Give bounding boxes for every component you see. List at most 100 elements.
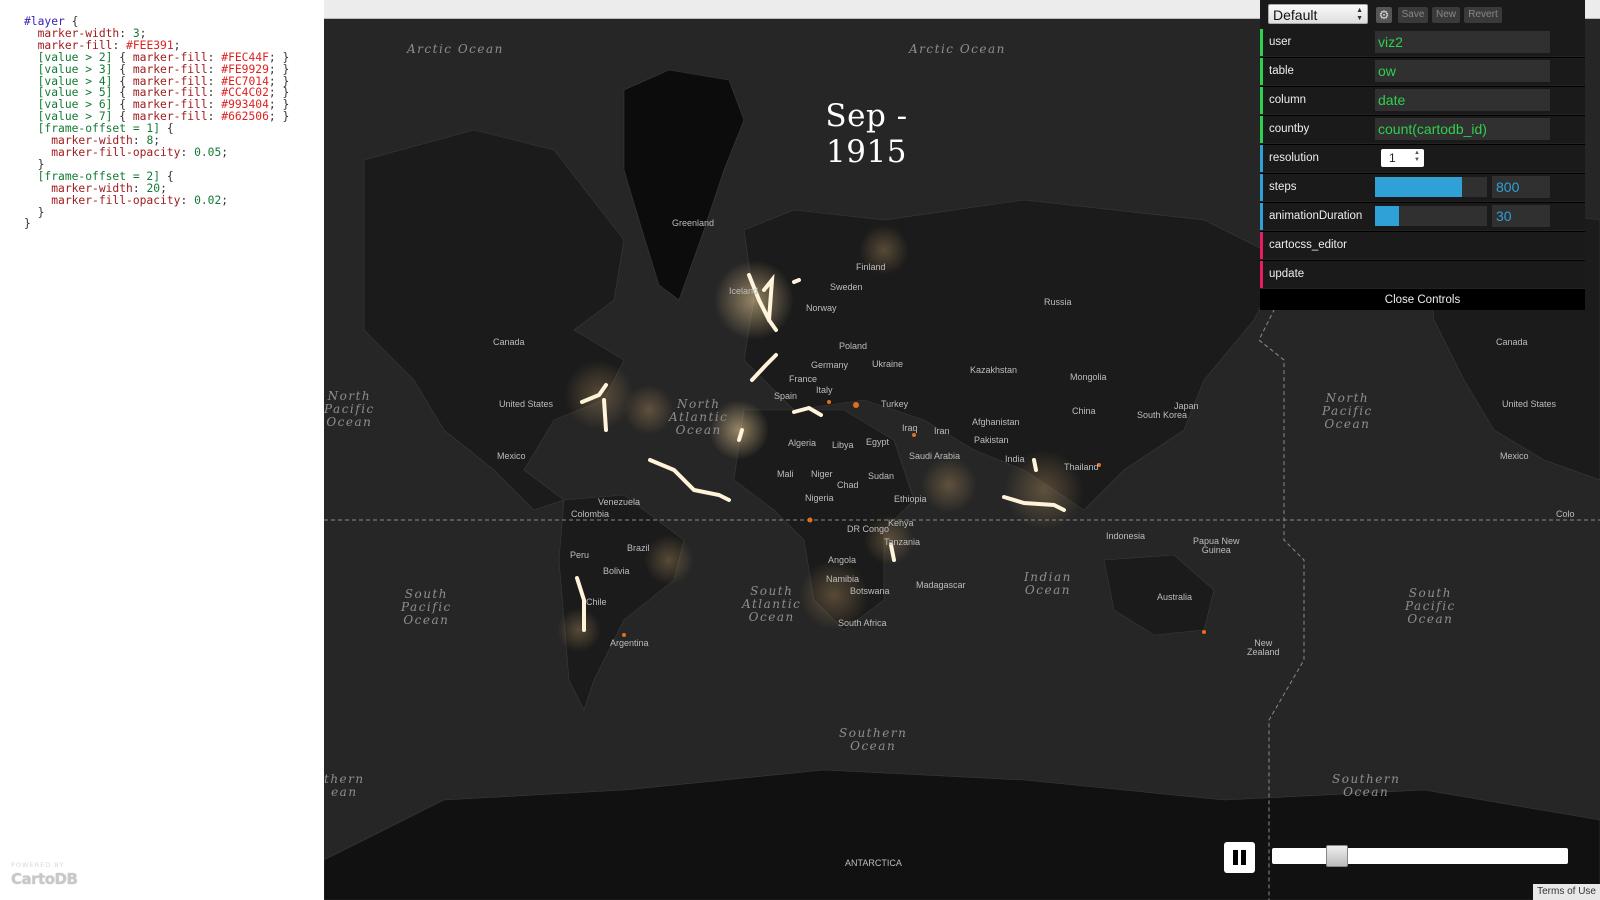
place-label: Peru (570, 550, 590, 560)
steps-slider[interactable] (1375, 177, 1487, 197)
animationDuration-slider[interactable] (1375, 206, 1487, 226)
control-label: countby (1269, 123, 1310, 135)
place-label: Venezuela (598, 497, 641, 507)
ocean-label: North Pacific Ocean (1322, 391, 1373, 431)
user-input[interactable]: viz2 (1375, 31, 1550, 53)
countby-input[interactable]: count(cartodb_id) (1375, 118, 1550, 140)
control-row-resolution: resolution 1 ▲ ▼ (1260, 145, 1585, 173)
control-row-animationDuration: animationDuration 30 (1260, 203, 1585, 231)
preset-select[interactable]: Default ▲ ▼ (1268, 4, 1368, 24)
cartocss-code[interactable]: #layer { marker-width: 3; marker-fill: #… (0, 0, 324, 230)
place-label: Iceland (729, 286, 759, 296)
logo-powered-by: POWERED BY (11, 861, 65, 869)
logo-name: CartoDB (11, 870, 78, 888)
resolution-stepper[interactable]: 1 ▲ ▼ (1381, 149, 1424, 167)
steps-input[interactable]: 800 (1492, 176, 1550, 198)
place-label: Chile (586, 597, 607, 607)
column-input[interactable]: date (1375, 89, 1550, 111)
ocean-label: Southern Ocean (1332, 772, 1401, 799)
place-label: Argentina (610, 638, 649, 648)
place-label: Tanzania (884, 537, 921, 547)
select-arrows-icon: ▲ ▼ (1356, 7, 1363, 22)
control-row-update[interactable]: update (1260, 261, 1585, 289)
gear-icon[interactable]: ⚙ (1376, 7, 1392, 23)
control-row-countby: countby count(cartodb_id) (1260, 116, 1585, 144)
place-label: Poland (839, 341, 868, 351)
place-label: Botswana (850, 586, 890, 596)
timeline-handle[interactable] (1326, 845, 1349, 867)
ocean-label: North Atlantic Ocean (669, 397, 729, 437)
row-accent (1260, 232, 1263, 259)
place-label: Mongolia (1070, 372, 1107, 382)
place-label: Egypt (866, 437, 890, 447)
place-label: Niger (811, 469, 833, 479)
row-accent (1260, 174, 1263, 201)
time-label: Sep - 1915 (825, 98, 908, 170)
revert-button[interactable]: Revert (1464, 7, 1502, 23)
pause-button[interactable] (1224, 842, 1255, 873)
row-accent (1260, 261, 1263, 288)
panel-rows: user viz2 table ow column date countby count(ca… (1260, 29, 1585, 289)
place-label: Norway (806, 303, 837, 313)
place-label: Angola (828, 555, 857, 565)
place-label: Bolivia (603, 566, 630, 576)
new-button[interactable]: New (1432, 7, 1460, 23)
terms-of-use-link[interactable]: Terms of Use (1533, 884, 1600, 900)
place-label: Germany (811, 360, 849, 370)
ocean-label: South Pacific Ocean (1405, 586, 1456, 626)
control-row-user: user viz2 (1260, 29, 1585, 57)
control-row-cartocss_editor[interactable]: cartocss_editor (1260, 232, 1585, 260)
place-label: Mexico (497, 451, 526, 461)
timeline-slider[interactable] (1272, 845, 1568, 867)
ocean-label: Arctic Ocean (909, 42, 1006, 56)
place-label: Russia (1044, 297, 1072, 307)
save-button[interactable]: Save (1398, 7, 1428, 23)
place-label: Canada (1496, 337, 1528, 347)
place-label: France (789, 374, 818, 384)
place-label: China (1072, 406, 1096, 416)
stepper-arrows-icon[interactable]: ▲ ▼ (1414, 150, 1420, 164)
close-controls-button[interactable]: Close Controls (1260, 290, 1585, 310)
animationDuration-input[interactable]: 30 (1492, 205, 1550, 227)
control-label: cartocss_editor (1269, 239, 1347, 251)
place-label: Madagascar (916, 580, 966, 590)
place-label: Kazakhstan (970, 365, 1018, 375)
control-label: animationDuration (1269, 210, 1363, 222)
control-row-column: column date (1260, 87, 1585, 115)
ocean-label: South Atlantic Ocean (742, 584, 802, 624)
place-label: Iraq (902, 423, 918, 433)
place-label: Spain (774, 391, 798, 401)
place-label: Colombia (571, 509, 610, 519)
place-label: Saudi Arabia (909, 451, 961, 461)
place-label: DR Congo (847, 524, 890, 534)
place-label: Namibia (826, 574, 860, 584)
place-label: Ethiopia (894, 494, 927, 504)
place-label: Turkey (881, 399, 909, 409)
place-label: Mali (777, 469, 794, 479)
cartocss-editor[interactable]: #layer { marker-width: 3; marker-fill: #… (0, 0, 324, 900)
row-accent (1260, 29, 1263, 56)
place-label: Colo (1556, 509, 1575, 519)
place-label: South Korea (1137, 410, 1188, 420)
place-label: Ukraine (872, 359, 904, 369)
place-label: Nigeria (805, 493, 834, 503)
place-label: Brazil (627, 543, 650, 553)
ocean-label: Arctic Ocean (407, 42, 504, 56)
place-label: Italy (816, 385, 833, 395)
place-label: Iran (934, 426, 950, 436)
place-label: South Africa (838, 618, 887, 628)
row-accent (1260, 145, 1263, 172)
place-label: Mexico (1500, 451, 1529, 461)
preset-value: Default (1273, 7, 1318, 23)
slider-fill (1375, 206, 1399, 226)
row-accent (1260, 87, 1263, 114)
dat-gui-panel[interactable]: Default ▲ ▼ ⚙ Save New Revert user viz2 tab… (1260, 0, 1585, 310)
place-label: ANTARCTICA (845, 858, 902, 868)
cartodb-logo: POWERED BY CartoDB (11, 861, 78, 888)
row-accent (1260, 116, 1263, 143)
place-label: Australia (1157, 592, 1193, 602)
place-label: Afghanistan (972, 417, 1020, 427)
place-label: Pakistan (974, 435, 1009, 445)
table-input[interactable]: ow (1375, 60, 1550, 82)
place-label: Sweden (830, 282, 863, 292)
